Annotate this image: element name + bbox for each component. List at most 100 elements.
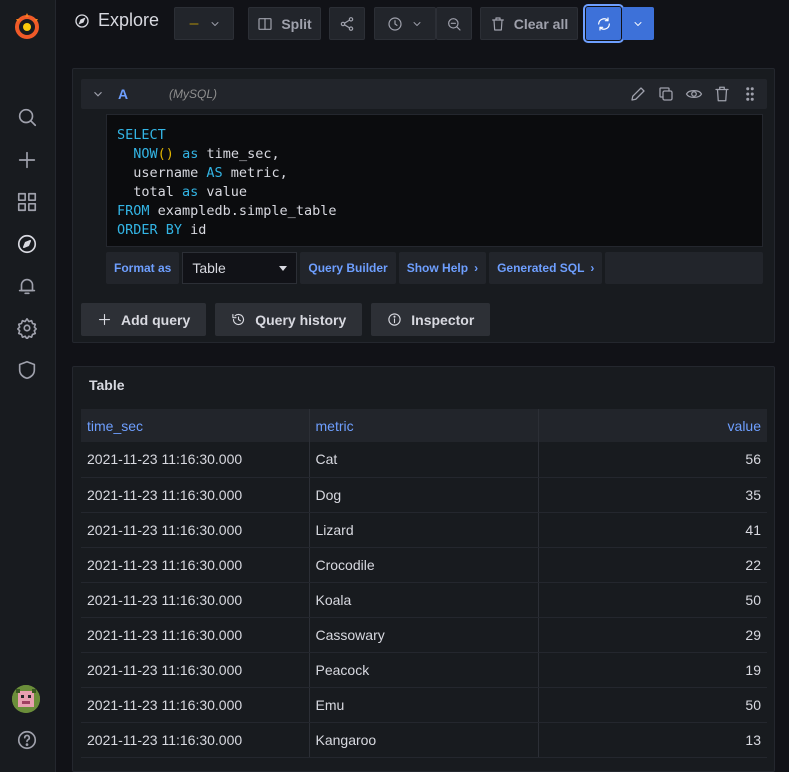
run-query-options-button[interactable]	[622, 7, 654, 40]
help-icon[interactable]	[14, 727, 40, 753]
table-row: 2021-11-23 11:16:30.000 Cassowary 29	[81, 617, 767, 653]
settings-gear-icon[interactable]	[14, 315, 40, 341]
time-picker-button[interactable]	[374, 7, 436, 40]
table-header-row: time_sec metric value	[81, 409, 767, 442]
sql-token: as	[182, 146, 199, 162]
grafana-logo-icon[interactable]	[12, 10, 42, 42]
caret-down-icon	[279, 265, 288, 271]
table-cell: Lizard	[309, 512, 539, 548]
explore-compass-icon	[75, 13, 89, 28]
table-cell: Emu	[309, 687, 539, 723]
shield-icon[interactable]	[14, 357, 40, 383]
alerting-bell-icon[interactable]	[14, 273, 40, 299]
options-filler	[605, 252, 763, 284]
inspector-label: Inspector	[411, 311, 475, 328]
collapse-chevron-icon[interactable]	[91, 87, 105, 101]
table-cell: 2021-11-23 11:16:30.000	[81, 722, 310, 758]
query-history-button[interactable]: Query history	[215, 303, 363, 336]
table-cell: 41	[538, 512, 767, 548]
format-select-value: Table	[192, 260, 226, 276]
table-cell: 35	[538, 477, 767, 513]
table-cell: Kangaroo	[309, 722, 539, 758]
sql-line: total as value	[117, 183, 752, 202]
chevron-right-icon: ›	[474, 261, 479, 275]
table-cell: 19	[538, 652, 767, 688]
sql-token: SELECT	[117, 127, 166, 143]
sql-token: id	[182, 222, 207, 238]
sql-line: SELECT	[117, 126, 752, 145]
copy-icon[interactable]	[657, 85, 675, 103]
zoom-out-button[interactable]	[436, 7, 472, 40]
table-cell: 2021-11-23 11:16:30.000	[81, 617, 310, 653]
table-cell: 2021-11-23 11:16:30.000	[81, 652, 310, 688]
table-row: 2021-11-23 11:16:30.000 Peacock 19	[81, 652, 767, 688]
query-row-header: A (MySQL)	[81, 79, 767, 109]
plus-icon[interactable]	[14, 147, 40, 173]
page-title-text: Explore	[98, 10, 160, 30]
query-actions: Add query Query history Inspector	[81, 303, 491, 336]
column-header[interactable]: metric	[309, 409, 539, 442]
column-header[interactable]: value	[538, 409, 767, 442]
avatar[interactable]	[12, 685, 40, 713]
sql-token: NOW	[133, 146, 158, 162]
sidebar	[0, 0, 56, 772]
sql-token: total	[117, 184, 183, 200]
split-label: Split	[281, 15, 312, 32]
format-select[interactable]: Table	[182, 252, 298, 284]
page-title: Explore	[74, 10, 159, 31]
table-cell: 50	[538, 687, 767, 723]
clear-all-button[interactable]: Clear all	[480, 7, 578, 40]
sql-token: ORDER BY	[117, 222, 183, 238]
table-cell: Cat	[309, 442, 539, 478]
table-cell: 22	[538, 547, 767, 583]
sql-token: FROM	[117, 203, 150, 219]
split-button[interactable]: Split	[248, 7, 321, 40]
refresh-icon	[597, 16, 610, 31]
results-title: Table	[89, 377, 125, 393]
table-cell: 29	[538, 617, 767, 653]
share-button[interactable]	[329, 7, 365, 40]
eye-icon[interactable]	[685, 85, 703, 103]
query-datasource: (MySQL)	[169, 87, 217, 101]
datasource-logo-icon	[189, 23, 199, 24]
table-cell: 2021-11-23 11:16:30.000	[81, 477, 310, 513]
table-cell: 2021-11-23 11:16:30.000	[81, 687, 310, 723]
datasource-picker[interactable]	[174, 7, 234, 40]
table-body: 2021-11-23 11:16:30.000 Cat 56 2021-11-23 1…	[81, 442, 767, 758]
query-options-row: Format as Table Query Builder Show Help ›…	[106, 252, 763, 284]
column-header[interactable]: time_sec	[81, 409, 310, 442]
run-query-button[interactable]	[583, 4, 624, 43]
query-ref-id[interactable]: A	[118, 86, 128, 102]
chevron-down-icon	[211, 21, 219, 26]
generated-sql-label: Generated SQL	[497, 261, 585, 275]
inspector-button[interactable]: Inspector	[371, 303, 491, 336]
dashboards-grid-icon[interactable]	[14, 189, 40, 215]
table-row: 2021-11-23 11:16:30.000 Koala 50	[81, 582, 767, 618]
generated-sql-button[interactable]: Generated SQL ›	[489, 252, 603, 284]
search-icon[interactable]	[14, 104, 40, 130]
table-row: 2021-11-23 11:16:30.000 Emu 50	[81, 687, 767, 723]
sql-editor[interactable]: SELECT NOW() as time_sec, username AS me…	[106, 114, 763, 247]
history-icon	[232, 313, 245, 326]
explore-compass-icon[interactable]	[14, 231, 40, 257]
format-as-label: Format as	[106, 252, 180, 284]
topbar: Explore Split Clear all	[56, 0, 789, 46]
query-builder-label: Query Builder	[308, 261, 388, 275]
query-builder-button[interactable]: Query Builder	[300, 252, 396, 284]
query-history-label: Query history	[255, 311, 347, 328]
chevron-down-icon	[413, 21, 421, 26]
info-circle-icon	[388, 313, 401, 326]
plus-icon	[98, 313, 111, 326]
table-cell: Koala	[309, 582, 539, 618]
pencil-icon[interactable]	[629, 85, 647, 103]
sql-line: FROM exampledb.simple_table	[117, 202, 752, 221]
add-query-label: Add query	[121, 311, 191, 328]
table-cell: Dog	[309, 477, 539, 513]
table-cell: 2021-11-23 11:16:30.000	[81, 547, 310, 583]
add-query-button[interactable]: Add query	[81, 303, 207, 336]
chevron-down-icon	[634, 21, 642, 26]
sql-token: time_sec,	[198, 146, 280, 162]
trash-icon[interactable]	[713, 85, 731, 103]
drag-handle-icon[interactable]	[741, 85, 759, 103]
show-help-button[interactable]: Show Help ›	[398, 252, 487, 284]
